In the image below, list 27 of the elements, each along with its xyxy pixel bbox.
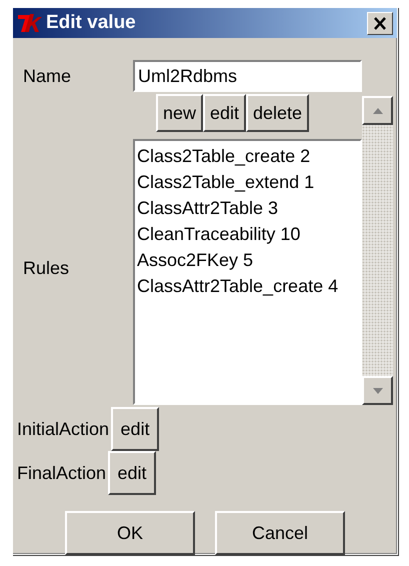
- dialog-button[interactable]: OK: [65, 511, 195, 555]
- list-item[interactable]: Class2Table_create 2: [137, 143, 358, 169]
- logo-icon: [17, 12, 43, 34]
- field-label: FinalAction: [17, 462, 106, 484]
- close-icon: [373, 16, 387, 30]
- dialog-button[interactable]: Cancel: [215, 511, 345, 555]
- close-button[interactable]: [367, 12, 393, 34]
- list-item[interactable]: CleanTraceability 10: [137, 221, 358, 247]
- scrollbar[interactable]: [362, 96, 393, 405]
- list-item[interactable]: ClassAttr2Table_create 4: [137, 273, 358, 299]
- toolbar-button[interactable]: edit: [202, 94, 246, 132]
- field-label: InitialAction: [17, 418, 110, 440]
- down-arrow-icon: [372, 388, 382, 394]
- name-field[interactable]: Uml2Rdbms: [133, 60, 362, 92]
- edit-button[interactable]: edit: [111, 407, 160, 451]
- window-title: Edit value: [46, 12, 137, 34]
- toolbar-button[interactable]: new: [156, 94, 203, 132]
- list-item[interactable]: ClassAttr2Table 3: [137, 195, 358, 221]
- list-item[interactable]: Class2Table_extend 1: [137, 169, 358, 195]
- toolbar-button[interactable]: delete: [246, 94, 310, 132]
- scroll-up-button[interactable]: [362, 96, 393, 125]
- list-item[interactable]: Assoc2FKey 5: [137, 247, 358, 273]
- up-arrow-icon: [372, 108, 382, 114]
- scroll-down-button[interactable]: [362, 376, 393, 405]
- field-label: Name: [23, 66, 72, 88]
- field-label: Rules: [23, 258, 70, 279]
- edit-button[interactable]: edit: [108, 451, 156, 495]
